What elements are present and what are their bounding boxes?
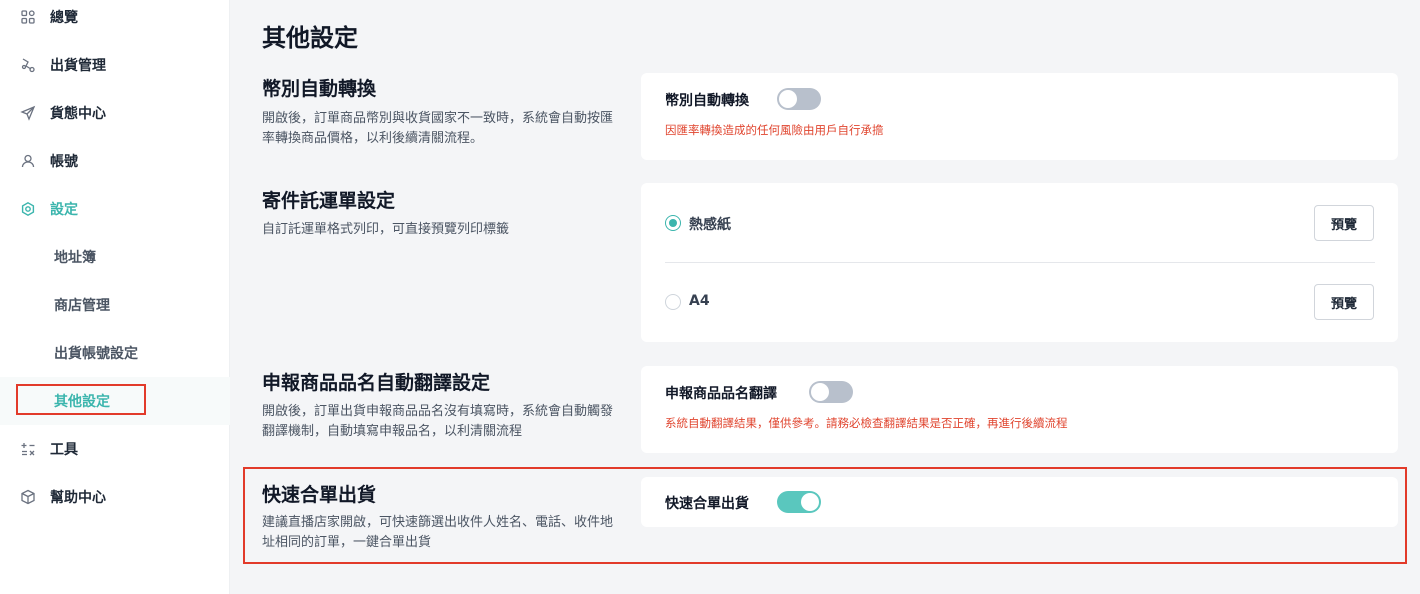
- sidebar-subitem-store-management[interactable]: 商店管理: [0, 281, 230, 329]
- section-description-merge: 建議直播店家開啟，可快速篩選出收件人姓名、電話、收件地址相同的訂單，一鍵合單出貨: [262, 515, 614, 550]
- radio-a4[interactable]: [665, 294, 681, 310]
- section-title-merge: 快速合單出貨: [262, 484, 377, 506]
- sidebar-subitem-address-book[interactable]: 地址簿: [0, 233, 230, 281]
- section-description-translation: 開啟後，訂單出貨申報商品品名沒有填寫時，系統會自動觸發翻譯機制，自動填寫申報品名…: [262, 404, 614, 439]
- settings-icon: [20, 201, 36, 217]
- currency-warning: 因匯率轉換造成的任何風險由用戶自行承擔: [665, 123, 884, 137]
- currency-toggle[interactable]: [777, 88, 821, 110]
- sidebar-item-help[interactable]: 幫助中心: [0, 473, 230, 521]
- preview-thermal-button[interactable]: 預覽: [1314, 205, 1374, 241]
- merge-toggle[interactable]: [777, 491, 821, 513]
- tools-icon: [20, 441, 36, 457]
- translation-card: 申報商品品名翻譯 系統自動翻譯結果，僅供參考。請務必檢查翻譯結果是否正確，再進行…: [641, 366, 1398, 453]
- translation-toggle-label: 申報商品品名翻譯: [665, 386, 777, 402]
- currency-toggle-label: 幣別自動轉換: [665, 93, 749, 109]
- section-description-currency: 開啟後，訂單商品幣別與收貨國家不一致時，系統會自動按匯率轉換商品價格，以利後續清…: [262, 111, 614, 146]
- sidebar-item-overview[interactable]: 總覽: [0, 0, 230, 41]
- sidebar-subitem-label: 地址簿: [54, 250, 96, 266]
- merge-card: 快速合單出貨: [641, 477, 1398, 527]
- shipping-icon: [20, 57, 36, 73]
- help-box-icon: [20, 489, 36, 505]
- sidebar-item-account[interactable]: 帳號: [0, 137, 230, 185]
- section-title-currency: 幣別自動轉換: [262, 78, 377, 100]
- divider: [665, 262, 1375, 263]
- sidebar-subitem-label: 商店管理: [54, 298, 110, 314]
- highlight-box: [16, 384, 146, 415]
- sidebar-subitem-label: 出貨帳號設定: [54, 346, 138, 362]
- translation-warning: 系統自動翻譯結果，僅供參考。請務必檢查翻譯結果是否正確，再進行後續流程: [665, 416, 1068, 430]
- sidebar-item-tools[interactable]: 工具: [0, 425, 230, 473]
- sidebar-item-label: 設定: [50, 202, 78, 218]
- dashboard-icon: [20, 9, 36, 25]
- sidebar-item-label: 出貨管理: [50, 58, 106, 74]
- section-title-waybill: 寄件託運單設定: [262, 190, 396, 212]
- sidebar-item-settings[interactable]: 設定: [0, 185, 230, 233]
- radio-label-thermal: 熱感紙: [689, 217, 731, 233]
- currency-card: 幣別自動轉換 因匯率轉換造成的任何風險由用戶自行承擔: [641, 73, 1398, 160]
- sidebar-item-label: 幫助中心: [50, 490, 106, 506]
- page-title: 其他設定: [262, 24, 358, 52]
- radio-thermal[interactable]: [665, 215, 681, 231]
- sidebar: 總覽 出貨管理 貨態中心 帳號 設定 地址簿 商店管理 出貨帳號設定 其他設定: [0, 0, 230, 594]
- section-title-translation: 申報商品品名自動翻譯設定: [262, 372, 491, 394]
- sidebar-item-label: 帳號: [50, 154, 78, 170]
- translation-toggle[interactable]: [809, 381, 853, 403]
- preview-a4-button[interactable]: 預覽: [1314, 284, 1374, 320]
- merge-toggle-label: 快速合單出貨: [665, 496, 749, 512]
- sidebar-item-shipping[interactable]: 出貨管理: [0, 41, 230, 89]
- sidebar-item-label: 工具: [50, 442, 78, 458]
- sidebar-item-label: 總覽: [50, 10, 78, 26]
- user-icon: [20, 153, 36, 169]
- radio-label-a4: A4: [689, 293, 710, 309]
- sidebar-subitem-shipping-account[interactable]: 出貨帳號設定: [0, 329, 230, 377]
- waybill-card: 熱感紙 預覽 A4 預覽: [641, 183, 1398, 342]
- send-icon: [20, 105, 36, 121]
- sidebar-item-tracking[interactable]: 貨態中心: [0, 89, 230, 137]
- section-description-waybill: 自訂託運單格式列印，可直接預覽列印標籤: [262, 222, 510, 237]
- sidebar-item-label: 貨態中心: [50, 106, 106, 122]
